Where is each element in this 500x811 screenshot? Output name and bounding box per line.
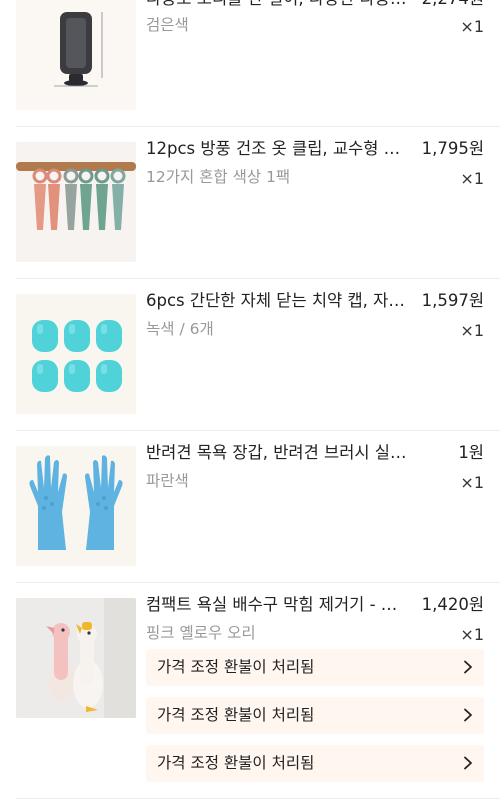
product-quantity: ×1 [460, 473, 484, 492]
product-price: 2,274원 [422, 0, 484, 10]
list-item[interactable]: 12pcs 방풍 건조 옷 클립, 교수형 루프 클립... 1,795원 12… [0, 127, 500, 278]
product-variant: 검은색 [146, 16, 189, 34]
price-adjustment-refund-row[interactable]: 가격 조정 환불이 처리됨 [146, 745, 484, 782]
price-adjustment-refund-row[interactable]: 가격 조정 환불이 처리됨 [146, 649, 484, 686]
refund-status-label: 가격 조정 환불이 처리됨 [157, 754, 315, 772]
product-title[interactable]: 반려견 목욕 장갑, 반려견 브러시 실리콘 목욕... [146, 442, 412, 464]
gloves-icon [16, 446, 136, 566]
list-item[interactable]: 다용도 소리를 안 걸이, 다양한 다용도 고리... 2,274원 검은색 ×… [0, 0, 500, 126]
duck-icon [16, 598, 136, 718]
product-variant: 핑크 옐로우 오리 [146, 624, 256, 642]
chevron-right-icon [464, 756, 472, 770]
product-variant: 12가지 혼합 색상 1팩 [146, 168, 291, 186]
product-title[interactable]: 12pcs 방풍 건조 옷 클립, 교수형 루프 클립... [146, 138, 412, 160]
price-adjustment-refund-row[interactable]: 가격 조정 환불이 처리됨 [146, 697, 484, 734]
order-item-list: 다용도 소리를 안 걸이, 다양한 다용도 고리... 2,274원 검은색 ×… [0, 0, 500, 811]
product-quantity: ×1 [460, 169, 484, 188]
product-price: 1원 [458, 443, 484, 462]
refund-status-label: 가격 조정 환불이 처리됨 [157, 706, 315, 724]
product-price: 1,420원 [421, 595, 484, 614]
product-variant: 녹색 / 6개 [146, 320, 214, 338]
list-item[interactable]: 6pcs 간단한 자체 닫는 치약 캡, 자유 튜브... 1,597원 녹색 … [0, 279, 500, 430]
clips-icon [16, 142, 136, 262]
list-item[interactable]: 반려견 목욕 장갑, 반려견 브러시 실리콘 목욕... 1원 파란색 ×1 [0, 431, 500, 582]
caps-icon [16, 294, 136, 414]
product-thumbnail[interactable] [16, 0, 136, 110]
product-thumbnail[interactable] [16, 294, 136, 414]
product-title[interactable]: 6pcs 간단한 자체 닫는 치약 캡, 자유 튜브... [146, 290, 412, 312]
list-item[interactable]: 컴팩트 욕실 배수구 막힘 제거기 - 미니 오리... 1,420원 핑크 옐… [0, 583, 500, 798]
product-thumbnail[interactable] [16, 142, 136, 262]
product-quantity: ×1 [460, 321, 484, 340]
divider [16, 798, 500, 799]
product-price: 1,597원 [421, 291, 484, 310]
product-quantity: ×1 [460, 625, 484, 644]
product-price: 1,795원 [421, 139, 484, 158]
chevron-right-icon [464, 660, 472, 674]
black-holder-icon [16, 0, 136, 110]
chevron-right-icon [464, 708, 472, 722]
product-quantity: ×1 [460, 17, 484, 36]
refund-status-label: 가격 조정 환불이 처리됨 [157, 658, 315, 676]
product-thumbnail[interactable] [16, 598, 136, 718]
product-thumbnail[interactable] [16, 446, 136, 566]
product-variant: 파란색 [146, 472, 189, 490]
product-title[interactable]: 컴팩트 욕실 배수구 막힘 제거기 - 미니 오리... [146, 594, 412, 616]
product-title[interactable]: 다용도 소리를 안 걸이, 다양한 다용도 고리... [146, 0, 412, 10]
